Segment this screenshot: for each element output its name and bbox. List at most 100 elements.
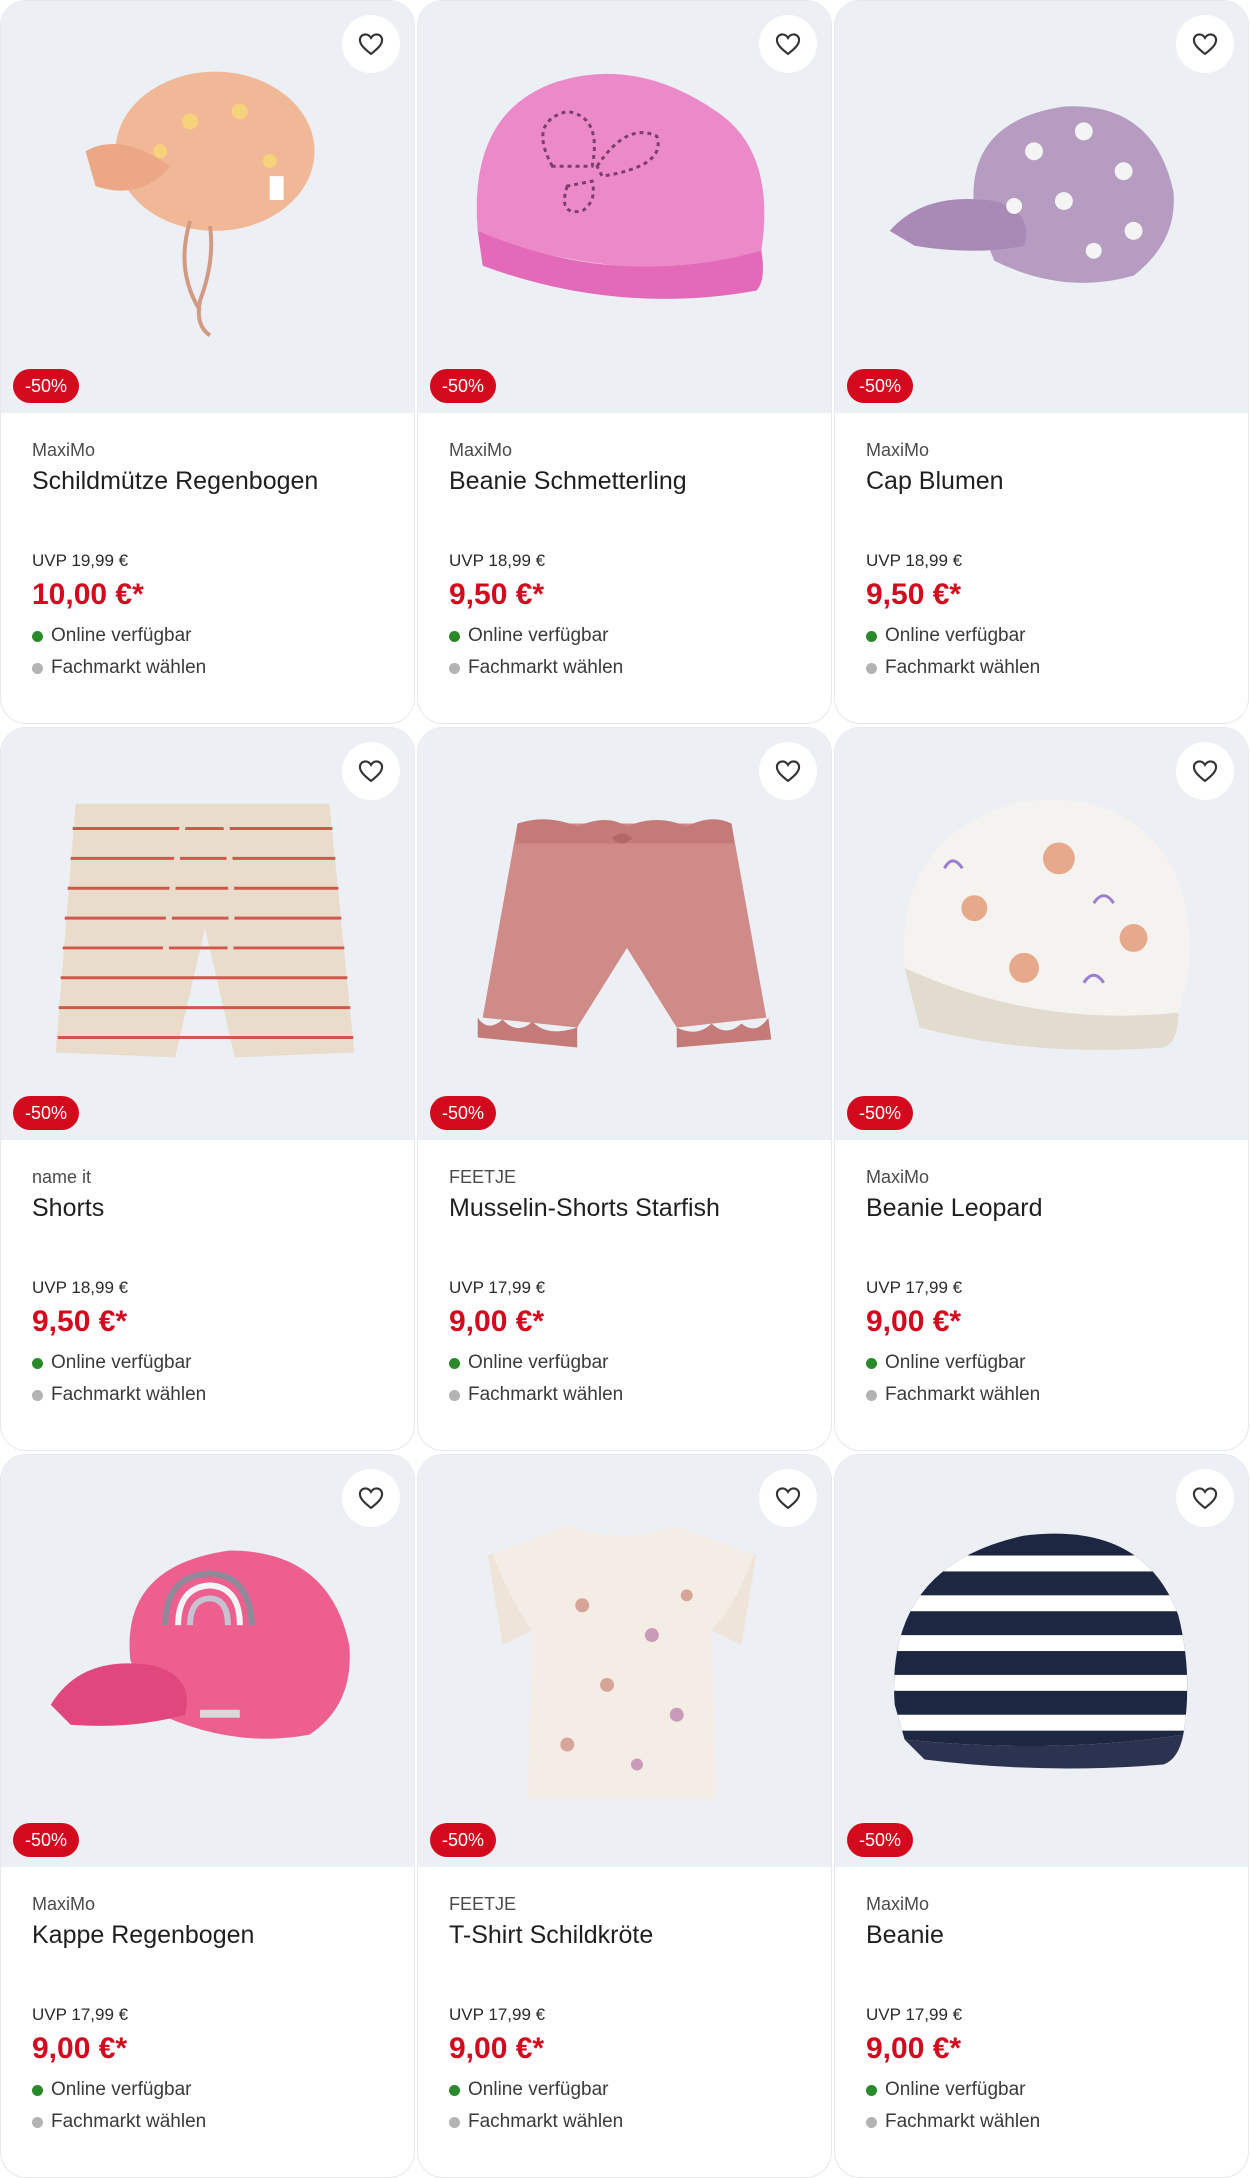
product-brand: MaxiMo: [866, 1167, 930, 1187]
favorite-button[interactable]: [1176, 15, 1234, 73]
gray-dot-icon: [866, 662, 877, 674]
store-select-label[interactable]: Fachmarkt wählen: [51, 2108, 206, 2136]
favorite-button[interactable]: [342, 742, 400, 800]
store-select-label[interactable]: Fachmarkt wählen: [468, 1381, 623, 1409]
store-select-label[interactable]: Fachmarkt wählen: [885, 1381, 1040, 1409]
online-availability: Online verfügbar: [866, 2076, 1217, 2104]
store-select[interactable]: Fachmarkt wählen: [449, 654, 800, 682]
product-title[interactable]: Schildmütze Regenbogen: [32, 465, 383, 529]
store-select[interactable]: Fachmarkt wählen: [866, 2108, 1217, 2136]
product-brand: MaxiMo: [866, 440, 930, 460]
product-info: name it Shorts UVP 18,99 € 9,50 €* Onlin…: [1, 1140, 414, 1409]
favorite-button[interactable]: [342, 15, 400, 73]
product-title[interactable]: Beanie Leopard: [866, 1192, 1217, 1256]
online-availability-label: Online verfügbar: [51, 625, 192, 646]
product-info: MaxiMo Kappe Regenbogen UVP 17,99 € 9,00…: [1, 1867, 414, 2136]
product-image-area[interactable]: -50%: [418, 728, 831, 1140]
product-image-area[interactable]: -50%: [418, 1455, 831, 1867]
favorite-button[interactable]: [759, 15, 817, 73]
gray-dot-icon: [449, 662, 460, 674]
store-select[interactable]: Fachmarkt wählen: [32, 1381, 383, 1409]
favorite-button[interactable]: [342, 1469, 400, 1527]
favorite-button[interactable]: [1176, 742, 1234, 800]
product-price: 9,50 €*: [866, 578, 962, 611]
product-uvp: UVP 18,99 €: [449, 551, 546, 570]
product-title[interactable]: Beanie Schmetterling: [449, 465, 800, 529]
discount-badge: -50%: [847, 1096, 914, 1130]
product-card[interactable]: -50% MaxiMo Beanie Schmetterling UVP 18,…: [417, 0, 832, 724]
product-card[interactable]: -50% FEETJE T-Shirt Schildkröte UVP 17,9…: [417, 1454, 832, 2178]
discount-badge: -50%: [13, 1096, 80, 1130]
product-image-area[interactable]: -50%: [835, 1, 1248, 413]
product-price: 9,00 €*: [449, 2032, 545, 2065]
product-brand: FEETJE: [449, 1167, 517, 1187]
product-title[interactable]: T-Shirt Schildkröte: [449, 1919, 800, 1983]
product-uvp: UVP 18,99 €: [32, 1278, 129, 1297]
gray-dot-icon: [449, 2116, 460, 2128]
discount-badge: -50%: [430, 369, 497, 403]
discount-badge: -50%: [430, 1096, 497, 1130]
online-availability-label: Online verfügbar: [885, 625, 1026, 646]
heart-outline-icon: [1192, 1487, 1218, 1510]
store-select-label[interactable]: Fachmarkt wählen: [468, 2108, 623, 2136]
store-select-label[interactable]: Fachmarkt wählen: [51, 654, 206, 682]
product-uvp: UVP 17,99 €: [866, 2005, 963, 2024]
product-card[interactable]: -50% MaxiMo Beanie Leopard UVP 17,99 € 9…: [834, 727, 1249, 1451]
product-image-area[interactable]: -50%: [1, 1455, 414, 1867]
product-card[interactable]: -50% MaxiMo Schildmütze Regenbogen UVP 1…: [0, 0, 415, 724]
store-select[interactable]: Fachmarkt wählen: [449, 1381, 800, 1409]
product-image-area[interactable]: -50%: [835, 1455, 1248, 1867]
store-select[interactable]: Fachmarkt wählen: [449, 2108, 800, 2136]
online-availability: Online verfügbar: [32, 2076, 383, 2104]
product-info: MaxiMo Cap Blumen UVP 18,99 € 9,50 €* On…: [835, 413, 1248, 682]
product-brand: MaxiMo: [449, 440, 513, 460]
discount-badge: -50%: [13, 1823, 80, 1857]
favorite-button[interactable]: [759, 1469, 817, 1527]
green-dot-icon: [32, 630, 43, 642]
product-image-area[interactable]: -50%: [418, 1, 831, 413]
green-dot-icon: [32, 1357, 43, 1369]
product-price: 10,00 €*: [32, 578, 144, 611]
online-availability-label: Online verfügbar: [468, 1352, 609, 1373]
heart-outline-icon: [775, 33, 801, 56]
gray-dot-icon: [32, 2116, 43, 2128]
product-card[interactable]: -50% name it Shorts UVP 18,99 € 9,50 €* …: [0, 727, 415, 1451]
product-uvp: UVP 19,99 €: [32, 551, 129, 570]
product-image-area[interactable]: -50%: [1, 728, 414, 1140]
product-image-area[interactable]: -50%: [835, 728, 1248, 1140]
product-card[interactable]: -50% MaxiMo Cap Blumen UVP 18,99 € 9,50 …: [834, 0, 1249, 724]
product-title[interactable]: Shorts: [32, 1192, 383, 1256]
discount-badge: -50%: [847, 369, 914, 403]
store-select-label[interactable]: Fachmarkt wählen: [885, 2108, 1040, 2136]
product-price: 9,00 €*: [866, 1305, 962, 1338]
product-card[interactable]: -50% FEETJE Musselin-Shorts Starfish UVP…: [417, 727, 832, 1451]
product-image-area[interactable]: -50%: [1, 1, 414, 413]
store-select[interactable]: Fachmarkt wählen: [32, 2108, 383, 2136]
favorite-button[interactable]: [1176, 1469, 1234, 1527]
favorite-button[interactable]: [759, 742, 817, 800]
online-availability: Online verfügbar: [449, 1349, 800, 1377]
product-info: FEETJE T-Shirt Schildkröte UVP 17,99 € 9…: [418, 1867, 831, 2136]
online-availability: Online verfügbar: [32, 622, 383, 650]
discount-badge: -50%: [13, 369, 80, 403]
online-availability-label: Online verfügbar: [885, 2079, 1026, 2100]
discount-badge: -50%: [430, 1823, 497, 1857]
online-availability: Online verfügbar: [449, 622, 800, 650]
gray-dot-icon: [866, 1389, 877, 1401]
product-info: FEETJE Musselin-Shorts Starfish UVP 17,9…: [418, 1140, 831, 1409]
store-select-label[interactable]: Fachmarkt wählen: [885, 654, 1040, 682]
store-select-label[interactable]: Fachmarkt wählen: [468, 654, 623, 682]
product-title[interactable]: Beanie: [866, 1919, 1217, 1983]
store-select[interactable]: Fachmarkt wählen: [32, 654, 383, 682]
product-card[interactable]: -50% MaxiMo Beanie UVP 17,99 € 9,00 €* O…: [834, 1454, 1249, 2178]
product-title[interactable]: Kappe Regenbogen: [32, 1919, 383, 1983]
product-title[interactable]: Cap Blumen: [866, 465, 1217, 529]
store-select[interactable]: Fachmarkt wählen: [866, 654, 1217, 682]
product-card[interactable]: -50% MaxiMo Kappe Regenbogen UVP 17,99 €…: [0, 1454, 415, 2178]
store-select[interactable]: Fachmarkt wählen: [866, 1381, 1217, 1409]
product-uvp: UVP 17,99 €: [32, 2005, 129, 2024]
heart-outline-icon: [358, 1487, 384, 1510]
online-availability: Online verfügbar: [866, 1349, 1217, 1377]
product-title[interactable]: Musselin-Shorts Starfish: [449, 1192, 800, 1256]
store-select-label[interactable]: Fachmarkt wählen: [51, 1381, 206, 1409]
